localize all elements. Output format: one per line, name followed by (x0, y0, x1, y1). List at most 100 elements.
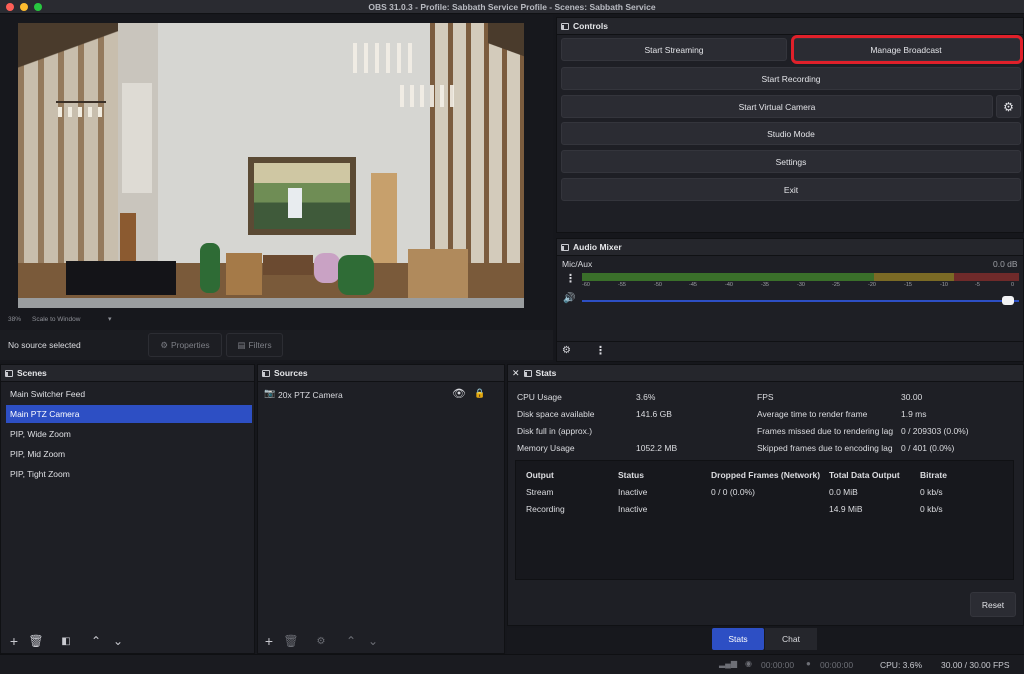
settings-button[interactable]: Settings (561, 150, 1021, 173)
advanced-audio-properties-icon[interactable]: ⚙ (562, 345, 571, 356)
meter-tick-label: -25 (832, 282, 840, 288)
speaker-icon[interactable]: 🔊 (563, 293, 575, 304)
stat-value: 141.6 GB (636, 409, 672, 419)
program-preview[interactable] (18, 23, 524, 308)
properties-button[interactable]: ⚙ Properties (148, 333, 222, 357)
scene-item[interactable]: PIP, Tight Zoom (6, 465, 252, 483)
studio-mode-button[interactable]: Studio Mode (561, 122, 1021, 145)
meter-tick-label: -15 (904, 282, 912, 288)
controls-title: Controls (573, 21, 608, 31)
channel-name: Mic/Aux (562, 259, 593, 269)
tab-stats[interactable]: Stats (712, 628, 764, 650)
scene-item[interactable]: Main Switcher Feed (6, 385, 252, 403)
controls-panel: Controls Start Streaming Manage Broadcas… (556, 17, 1024, 233)
source-properties-button[interactable]: ⚙ (312, 633, 330, 649)
signal-icon: ▂▄▆ (719, 659, 737, 668)
table-cell: 0 kb/s (920, 504, 943, 514)
sources-panel: Sources 📷 20x PTZ Camera 👁 🔒 + 🗑 ⚙ ⌃ ⌄ (257, 364, 505, 654)
stat-label: Frames missed due to rendering lag (757, 426, 894, 436)
move-source-down-button[interactable]: ⌄ (364, 633, 382, 649)
scale-mode-select[interactable]: Scale to Window (32, 316, 80, 323)
gear-icon: ⚙ (1003, 99, 1014, 114)
table-cell: 0.0 MiB (829, 487, 858, 497)
move-scene-up-button[interactable]: ⌃ (87, 633, 105, 649)
tab-chat[interactable]: Chat (765, 628, 817, 650)
virtual-camera-settings-button[interactable]: ⚙ (996, 95, 1021, 118)
dock-icon[interactable] (262, 369, 270, 377)
stat-label: CPU Usage (517, 392, 562, 402)
stat-label: Disk full in (approx.) (517, 426, 593, 436)
highlight-box (791, 35, 1023, 64)
close-icon[interactable]: ✕ (512, 368, 520, 379)
table-header: Bitrate (920, 470, 947, 480)
meter-ticks: -60 -55 -50 -45 -40 -35 -30 -25 -20 -15 -10 -5 0 (582, 282, 1019, 290)
volume-slider-handle[interactable] (1002, 296, 1014, 305)
chevron-up-icon: ⌃ (345, 634, 357, 648)
dock-icon[interactable] (5, 369, 13, 377)
stat-value: 30.00 (901, 392, 923, 402)
filter-icon: ▤ (237, 339, 246, 350)
dock-icon[interactable] (561, 243, 569, 251)
start-virtual-camera-button[interactable]: Start Virtual Camera (561, 95, 993, 118)
start-recording-button[interactable]: Start Recording (561, 67, 1021, 90)
meter-tick-label: -55 (618, 282, 626, 288)
dock-icon[interactable] (523, 369, 532, 377)
source-item[interactable]: 📷 20x PTZ Camera 👁 🔒 (262, 386, 500, 404)
chevron-up-icon: ⌃ (90, 634, 102, 648)
scene-item[interactable]: Main PTZ Camera (6, 405, 252, 423)
trash-icon: 🗑 (283, 634, 299, 648)
meter-tick-label: -20 (868, 282, 876, 288)
chevron-down-icon: ⌄ (112, 634, 124, 648)
move-source-up-button[interactable]: ⌃ (342, 633, 360, 649)
stream-time: 00:00:00 (761, 660, 795, 670)
stats-header: ✕ Stats (508, 365, 1023, 382)
status-bar: ▂▄▆ ◉ 00:00:00 ● 00:00:00 CPU: 3.6% 30.0… (0, 654, 1024, 674)
remove-source-button[interactable]: 🗑 (282, 633, 300, 649)
meter-green (582, 273, 874, 281)
window-title: OBS 31.0.3 - Profile: Sabbath Service Pr… (368, 2, 656, 12)
stat-value: 1.9 ms (901, 409, 927, 419)
stat-label: Disk space available (517, 409, 595, 419)
move-scene-down-button[interactable]: ⌄ (109, 633, 127, 649)
scenes-panel: Scenes Main Switcher Feed Main PTZ Camera… (0, 364, 255, 654)
table-cell: 0 kb/s (920, 487, 943, 497)
exit-button[interactable]: Exit (561, 178, 1021, 201)
chevron-down-icon[interactable]: ▾ (108, 315, 112, 323)
controls-header: Controls (557, 18, 1023, 35)
remove-scene-button[interactable]: 🗑 (27, 633, 45, 649)
meter-tick-label: -5 (975, 282, 980, 288)
table-cell: 0 / 0 (0.0%) (711, 487, 755, 497)
trash-icon: 🗑 (28, 634, 44, 648)
start-streaming-button[interactable]: Start Streaming (561, 38, 787, 61)
eye-icon[interactable]: 👁 (452, 387, 466, 400)
add-scene-button[interactable]: + (5, 633, 23, 649)
table-cell: Stream (526, 487, 554, 497)
volume-slider[interactable] (582, 300, 1019, 302)
meter-tick-label: -45 (689, 282, 697, 288)
source-status: No source selected (8, 340, 81, 350)
reset-button[interactable]: Reset (970, 592, 1016, 617)
dock-icon[interactable] (561, 22, 569, 30)
scene-filters-button[interactable]: ◧ (57, 633, 75, 649)
stream-icon: ◉ (745, 659, 752, 668)
stat-label: Memory Usage (517, 443, 575, 453)
scenes-header: Scenes (1, 365, 254, 382)
lock-icon[interactable]: 🔒 (474, 388, 485, 399)
stat-value: 3.6% (636, 392, 656, 402)
scene-item[interactable]: PIP, Mid Zoom (6, 445, 252, 463)
channel-menu-icon[interactable]: ⋮ (565, 272, 576, 285)
mixer-menu-icon[interactable]: ⋮ (595, 344, 606, 357)
record-icon: ● (806, 659, 811, 668)
stat-value: 0 / 401 (0.0%) (901, 443, 955, 453)
source-toolbar: No source selected ⚙ Properties ▤ Filters (0, 330, 553, 360)
stat-label: FPS (757, 392, 774, 402)
add-source-button[interactable]: + (260, 633, 278, 649)
stat-label: Skipped frames due to encoding lag (757, 443, 893, 453)
scene-item[interactable]: PIP, Wide Zoom (6, 425, 252, 443)
table-cell: Inactive (618, 504, 648, 514)
filters-button[interactable]: ▤ Filters (226, 333, 283, 357)
table-header: Total Data Output (829, 470, 900, 480)
gear-icon: ⚙ (160, 339, 168, 350)
filter-icon: ◧ (61, 635, 71, 647)
meter-red (954, 273, 1019, 281)
